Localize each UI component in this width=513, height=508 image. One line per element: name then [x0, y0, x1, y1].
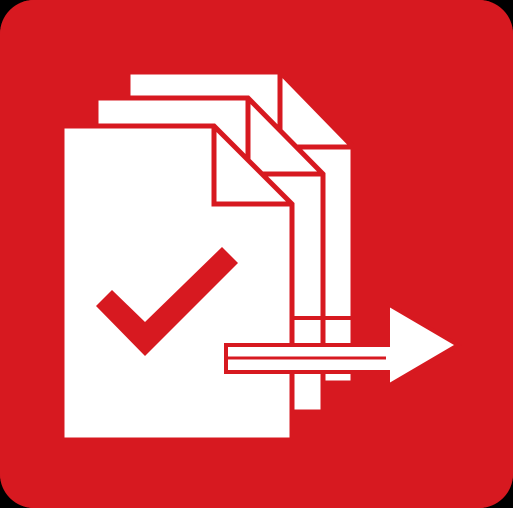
document-stack-icon: [59, 69, 356, 443]
front-document-icon: [59, 123, 295, 443]
app-icon-tile[interactable]: [0, 0, 513, 508]
batch-documents-approve-export-icon: [0, 0, 513, 508]
